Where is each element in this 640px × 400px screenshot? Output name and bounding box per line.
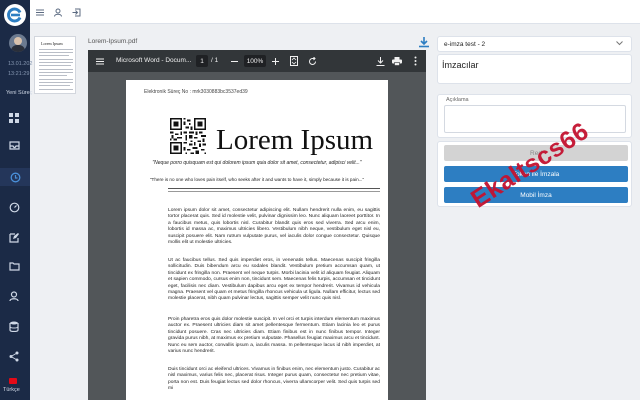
pdf-toolbar: Microsoft Word - Docum... 1 / 1 100% <box>88 50 426 72</box>
divider <box>168 188 380 189</box>
page-number-input[interactable]: 1 <box>196 55 208 67</box>
share-icon[interactable] <box>7 349 21 363</box>
language-label: Türkçe <box>3 387 20 393</box>
signing-profile-dropdown[interactable]: e-imza test - 2 <box>437 36 632 52</box>
grid-icon[interactable] <box>7 111 21 125</box>
signers-section: İmzacılar <box>437 54 632 84</box>
thumbnail-title: Lorem Ipsum <box>41 41 63 46</box>
document-heading: Lorem Ipsum <box>216 124 374 156</box>
signers-label: İmzacılar <box>442 60 479 70</box>
download-icon[interactable] <box>418 36 430 48</box>
pdf-page: Elektronik Süreç No : mrk3030883bc3537ed… <box>126 80 388 400</box>
print-icon[interactable] <box>391 55 403 67</box>
pdf-viewer: Microsoft Word - Docum... 1 / 1 100% Ele… <box>88 50 426 400</box>
user-icon[interactable] <box>52 6 64 18</box>
paragraph: Lorem ipsum dolor sit amet, consectetur … <box>168 208 380 246</box>
left-sidebar: 13.01.202 13:21:29 Yeni Süreç Türkçe <box>0 0 33 400</box>
zoom-in-icon[interactable] <box>269 55 281 67</box>
pdf-title: Microsoft Word - Docum... <box>116 57 192 64</box>
folder-icon[interactable] <box>7 259 21 273</box>
menu-icon[interactable] <box>94 55 106 67</box>
dropdown-label: e-imza test - 2 <box>444 41 486 48</box>
divider <box>168 191 380 192</box>
database-icon[interactable] <box>7 319 21 333</box>
top-bar <box>30 0 640 24</box>
turkey-flag-icon <box>9 378 17 384</box>
page-thumbnail[interactable]: Lorem Ipsum <box>34 36 76 94</box>
quote-english: "There is no one who loves pain itself, … <box>149 177 365 182</box>
description-section: Açıklama <box>437 94 632 138</box>
paragraph: Proin pharetra eros quis dolor molestie … <box>168 317 380 355</box>
description-input[interactable] <box>444 105 626 133</box>
clock-icon[interactable] <box>0 168 30 186</box>
zoom-level: 100% <box>246 57 264 65</box>
new-process-label: Yeni Süreç <box>6 90 33 96</box>
app-logo[interactable] <box>4 4 26 26</box>
language-selector[interactable]: Türkçe <box>3 378 20 393</box>
fit-page-icon[interactable] <box>288 55 300 67</box>
download-icon[interactable] <box>374 55 386 67</box>
rotate-icon[interactable] <box>306 55 318 67</box>
zoom-input[interactable]: 100% <box>244 55 266 67</box>
edit-icon[interactable] <box>7 230 21 244</box>
description-label: Açıklama <box>446 97 469 103</box>
timestamp-date: 13.01.202 <box>8 61 33 67</box>
avatar[interactable] <box>9 34 27 52</box>
logout-icon[interactable] <box>70 6 82 18</box>
quote-latin: "Neque porro quisquam est qui dolorem ip… <box>152 160 362 166</box>
qr-code-icon <box>170 118 206 154</box>
page-total: / 1 <box>211 57 219 64</box>
zoom-out-icon[interactable] <box>228 55 240 67</box>
process-reference: Elektronik Süreç No : mrk3030883bc3537ed… <box>144 89 248 95</box>
document-filename: Lorem-Ipsum.pdf <box>88 38 138 45</box>
menu-icon[interactable] <box>34 6 46 18</box>
gauge-icon[interactable] <box>7 200 21 214</box>
paragraph: Ut ac faucibus tellus. Sed quis imperdie… <box>168 258 380 302</box>
paragraph: Duis tincidunt orci ac eleifend ultrices… <box>168 367 380 392</box>
user-icon[interactable] <box>7 289 21 303</box>
page-current: 1 <box>200 57 204 65</box>
more-options-icon[interactable] <box>409 55 421 67</box>
timestamp-time: 13:21:29 <box>8 71 30 77</box>
chevron-down-icon <box>616 41 623 48</box>
inbox-icon[interactable] <box>7 138 21 152</box>
